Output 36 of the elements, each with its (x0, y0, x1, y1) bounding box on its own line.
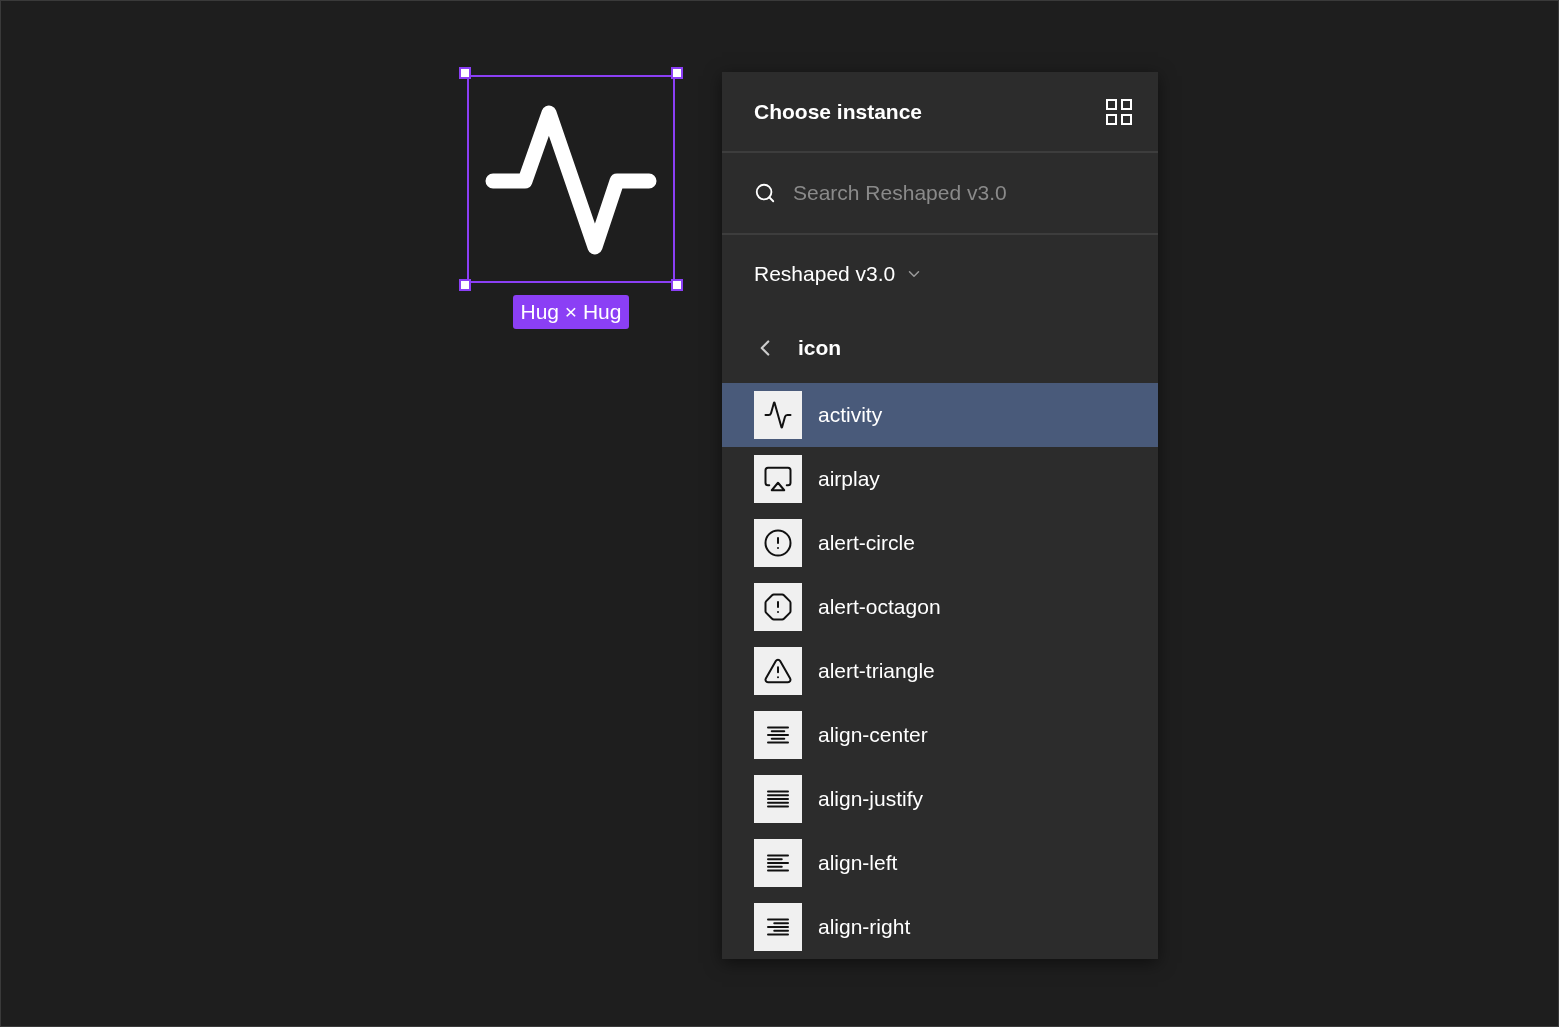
instance-item[interactable]: activity (722, 383, 1158, 447)
instance-item[interactable]: align-center (722, 703, 1158, 767)
instance-item[interactable]: alert-octagon (722, 575, 1158, 639)
alert-circle-icon (763, 528, 793, 558)
instance-item[interactable]: align-justify (722, 767, 1158, 831)
resize-handle[interactable] (459, 279, 471, 291)
item-label: airplay (818, 466, 880, 493)
instance-item[interactable]: airplay (722, 447, 1158, 511)
item-label: align-justify (818, 786, 924, 813)
instance-item[interactable]: align-right (722, 895, 1158, 959)
search-field[interactable]: Search Reshaped v3.0 (793, 177, 1113, 209)
library-dropdown[interactable]: Reshaped v3.0 (754, 258, 924, 290)
instance-item[interactable]: alert-circle (722, 511, 1158, 575)
item-label: alert-triangle (818, 658, 935, 685)
folder-label: icon (798, 335, 842, 362)
screen-icon (763, 464, 793, 494)
item-label: activity (818, 402, 883, 429)
panel-title: Choose instance (754, 98, 923, 125)
resize-handle[interactable] (459, 67, 471, 79)
pulse-icon (485, 103, 657, 255)
warning-triangle-icon (763, 656, 793, 686)
item-label: alert-circle (818, 530, 915, 557)
search-icon (754, 182, 776, 204)
pulse-icon (763, 400, 793, 430)
instance-item[interactable]: alert-triangle (722, 639, 1158, 703)
instance-item[interactable]: align-left (722, 831, 1158, 895)
resize-handle[interactable] (671, 279, 683, 291)
alert-octagon-icon (763, 592, 793, 622)
item-label: align-right (818, 914, 911, 941)
item-label: align-center (818, 722, 928, 749)
item-label: align-left (818, 850, 898, 877)
resize-handle[interactable] (671, 67, 683, 79)
item-label: alert-octagon (818, 594, 941, 621)
selection-outline[interactable] (467, 75, 675, 283)
grid-view-icon[interactable] (1106, 98, 1132, 125)
size-label: Hug × Hug (512, 295, 630, 329)
